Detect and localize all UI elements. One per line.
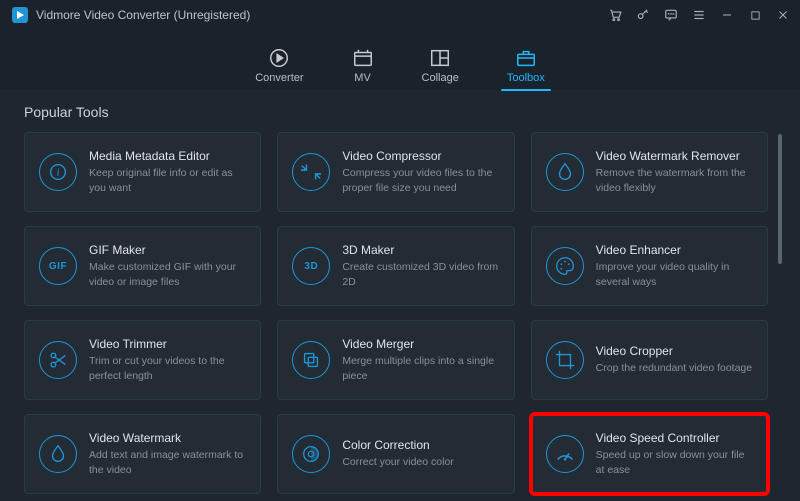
tools-grid-wrap: Media Metadata Editor Keep original file …: [24, 132, 782, 494]
tool-texts: Video Speed Controller Speed up or slow d…: [596, 431, 753, 476]
app-logo-icon: [12, 7, 28, 23]
top-nav: Converter MV Collage Toolbox: [0, 30, 800, 90]
tool-card-color-correction[interactable]: Color Correction Correct your video color: [277, 414, 514, 494]
tool-desc: Keep original file info or edit as you w…: [89, 166, 246, 194]
video-speed-controller-icon: [546, 435, 584, 473]
tool-texts: Video Cropper Crop the redundant video fo…: [596, 344, 752, 375]
tool-desc: Crop the redundant video footage: [596, 361, 752, 375]
tool-desc: Trim or cut your videos to the perfect l…: [89, 354, 246, 382]
cart-icon[interactable]: [608, 8, 622, 22]
tab-mv-label: MV: [354, 72, 371, 84]
tool-title: Video Watermark: [89, 431, 246, 445]
tool-title: Video Enhancer: [596, 243, 753, 257]
title-bar: Vidmore Video Converter (Unregistered): [0, 0, 800, 30]
section-title: Popular Tools: [24, 104, 782, 120]
menu-icon[interactable]: [692, 8, 706, 22]
3d-maker-icon: 3D: [292, 247, 330, 285]
maximize-button[interactable]: [748, 8, 762, 22]
tool-card-3d-maker[interactable]: 3D 3D Maker Create customized 3D video fro…: [277, 226, 514, 306]
tool-texts: Video Watermark Add text and image waterm…: [89, 431, 246, 476]
tool-card-video-merger[interactable]: Video Merger Merge multiple clips into a …: [277, 320, 514, 400]
tool-card-video-trimmer[interactable]: Video Trimmer Trim or cut your videos to …: [24, 320, 261, 400]
tool-texts: Color Correction Correct your video color: [342, 438, 453, 469]
color-correction-icon: [292, 435, 330, 473]
video-watermark-remover-icon: [546, 153, 584, 191]
collage-icon: [429, 47, 451, 69]
tool-title: Media Metadata Editor: [89, 149, 246, 163]
gif-maker-icon: GIF: [39, 247, 77, 285]
close-button[interactable]: [776, 8, 790, 22]
video-trimmer-icon: [39, 341, 77, 379]
key-icon[interactable]: [636, 8, 650, 22]
tool-card-video-watermark-remover[interactable]: Video Watermark Remover Remove the waterm…: [531, 132, 768, 212]
tool-desc: Merge multiple clips into a single piece: [342, 354, 499, 382]
tool-title: Video Cropper: [596, 344, 752, 358]
tab-mv[interactable]: MV: [352, 47, 374, 90]
tool-desc: Remove the watermark from the video flex…: [596, 166, 753, 194]
tools-grid: Media Metadata Editor Keep original file …: [24, 132, 768, 494]
toolbox-icon: [515, 47, 537, 69]
tab-converter[interactable]: Converter: [255, 47, 303, 90]
tool-card-video-speed-controller[interactable]: Video Speed Controller Speed up or slow d…: [531, 414, 768, 494]
video-watermark-icon: [39, 435, 77, 473]
tool-desc: Compress your video files to the proper …: [342, 166, 499, 194]
tool-card-media-metadata-editor[interactable]: Media Metadata Editor Keep original file …: [24, 132, 261, 212]
tool-title: Video Speed Controller: [596, 431, 753, 445]
tool-card-gif-maker[interactable]: GIF GIF Maker Make customized GIF with you…: [24, 226, 261, 306]
content-area: Popular Tools Media Metadata Editor Keep …: [0, 90, 800, 501]
title-right-controls: [608, 8, 790, 22]
tool-title: Color Correction: [342, 438, 453, 452]
tab-collage-label: Collage: [422, 72, 459, 84]
tool-card-video-enhancer[interactable]: Video Enhancer Improve your video quality…: [531, 226, 768, 306]
video-compressor-icon: [292, 153, 330, 191]
tool-desc: Correct your video color: [342, 455, 453, 469]
tool-texts: 3D Maker Create customized 3D video from …: [342, 243, 499, 288]
tool-desc: Create customized 3D video from 2D: [342, 260, 499, 288]
mv-icon: [352, 47, 374, 69]
tool-title: Video Merger: [342, 337, 499, 351]
tool-desc: Speed up or slow down your file at ease: [596, 448, 753, 476]
title-left: Vidmore Video Converter (Unregistered): [12, 7, 250, 23]
tool-texts: Video Watermark Remover Remove the waterm…: [596, 149, 753, 194]
scrollbar[interactable]: [778, 134, 782, 494]
media-metadata-editor-icon: [39, 153, 77, 191]
video-merger-icon: [292, 341, 330, 379]
converter-icon: [268, 47, 290, 69]
tool-texts: Video Enhancer Improve your video quality…: [596, 243, 753, 288]
video-cropper-icon: [546, 341, 584, 379]
scrollbar-thumb[interactable]: [778, 134, 782, 264]
minimize-button[interactable]: [720, 8, 734, 22]
tool-card-video-compressor[interactable]: Video Compressor Compress your video file…: [277, 132, 514, 212]
tab-collage[interactable]: Collage: [422, 47, 459, 90]
tool-title: 3D Maker: [342, 243, 499, 257]
tab-toolbox-label: Toolbox: [507, 72, 545, 84]
tab-toolbox[interactable]: Toolbox: [507, 47, 545, 90]
tool-title: GIF Maker: [89, 243, 246, 257]
feedback-icon[interactable]: [664, 8, 678, 22]
tool-texts: Video Compressor Compress your video file…: [342, 149, 499, 194]
tool-desc: Make customized GIF with your video or i…: [89, 260, 246, 288]
app-title: Vidmore Video Converter (Unregistered): [36, 8, 250, 22]
tool-texts: Media Metadata Editor Keep original file …: [89, 149, 246, 194]
tab-converter-label: Converter: [255, 72, 303, 84]
tool-card-video-cropper[interactable]: Video Cropper Crop the redundant video fo…: [531, 320, 768, 400]
tool-title: Video Watermark Remover: [596, 149, 753, 163]
tool-title: Video Compressor: [342, 149, 499, 163]
tool-title: Video Trimmer: [89, 337, 246, 351]
tool-desc: Add text and image watermark to the vide…: [89, 448, 246, 476]
tool-card-video-watermark[interactable]: Video Watermark Add text and image waterm…: [24, 414, 261, 494]
tool-texts: GIF Maker Make customized GIF with your v…: [89, 243, 246, 288]
video-enhancer-icon: [546, 247, 584, 285]
tool-texts: Video Merger Merge multiple clips into a …: [342, 337, 499, 382]
tool-desc: Improve your video quality in several wa…: [596, 260, 753, 288]
tool-texts: Video Trimmer Trim or cut your videos to …: [89, 337, 246, 382]
